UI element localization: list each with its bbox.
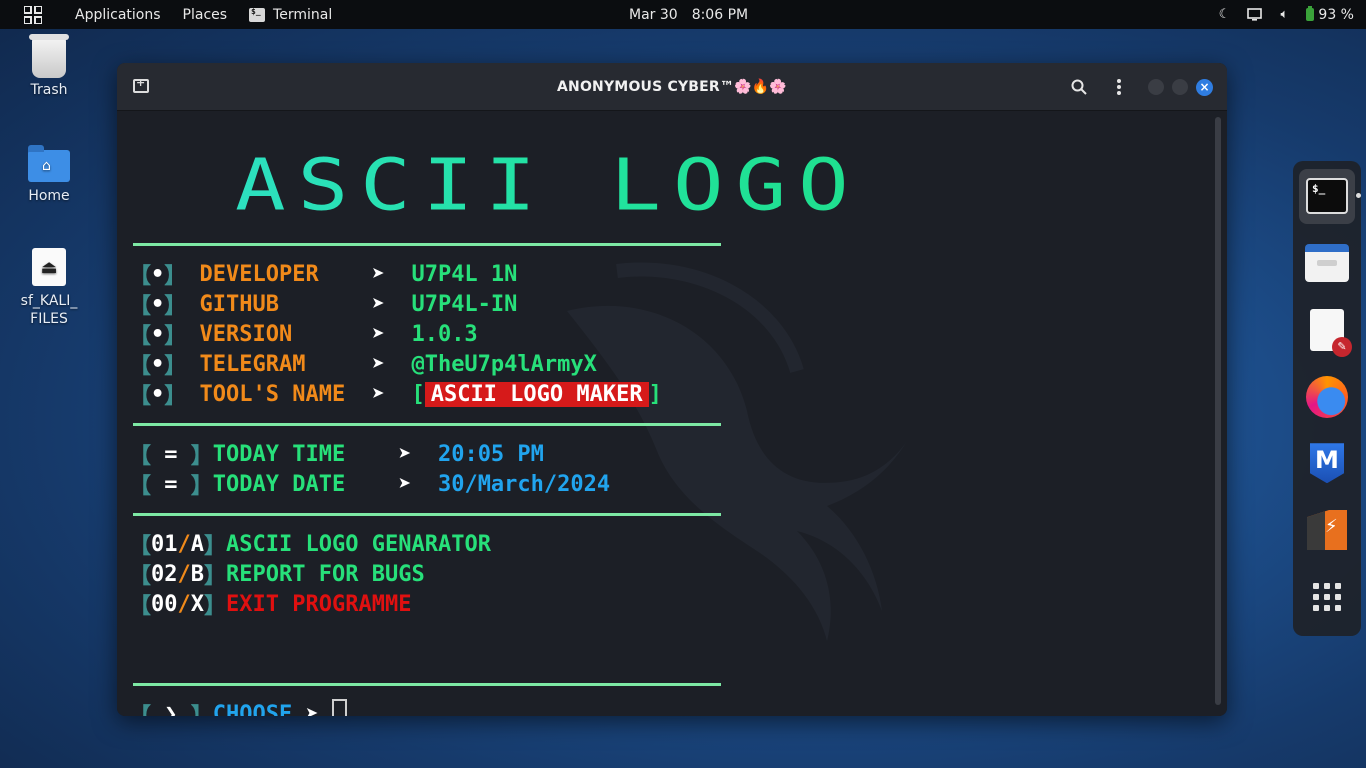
trash-label: Trash [30,82,68,98]
display-icon[interactable] [1246,7,1262,23]
show-applications-icon [1313,582,1341,611]
battery-icon [1306,6,1315,21]
terminal-titlebar[interactable]: ANONYMOUS CYBER™🌸🔥🌸 × [117,63,1227,111]
info-row-tool-name: 【•】 TOOL'S NAME ➤ [ASCII LOGO MAKER] [129,381,662,409]
running-indicator [1356,193,1361,198]
battery-indicator[interactable]: 93 % [1306,6,1354,23]
menu-option-report: 【02/B】 REPORT FOR BUGS [129,561,425,590]
terminal-window: ANONYMOUS CYBER™🌸🔥🌸 × ASCII LOGO 【•】 DEV… [117,63,1227,716]
prompt-label: CHOOSE [212,701,293,717]
dock-text-editor[interactable] [1299,302,1355,357]
dock: $_ M [1293,161,1361,636]
burp-suite-icon [1307,509,1347,550]
separator [133,423,721,426]
info-value: U7P4L 1N [411,261,518,287]
trash-icon [29,34,69,78]
terminal-app-menu[interactable]: Terminal [238,0,343,29]
minimize-button[interactable] [1148,79,1164,95]
app-grid-icon [24,5,42,24]
volume-icon[interactable]: 🔈︎ [1276,7,1292,23]
info-label: TOOL'S NAME [199,381,359,407]
separator [133,683,721,686]
info-row-telegram: 【•】 TELEGRAM ➤ @TheU7p4lArmyX [129,351,597,380]
eject-drive-icon: ⏏ [32,248,66,286]
terminal-icon: $_ [1306,178,1348,215]
new-tab-icon[interactable] [133,76,149,93]
menu-option-label: EXIT PROGRAMME [226,591,412,617]
today-date-row: 【 = 】 TODAY DATE ➤ 30/March/2024 [129,471,611,500]
night-mode-icon[interactable]: ☾ [1216,7,1232,23]
top-panel: Applications Places Terminal Mar 30 8:06… [0,0,1366,29]
info-value: 1.0.3 [411,321,478,347]
menu-option-exit: 【00/X】 EXIT PROGRAMME [129,591,412,620]
separator [133,243,721,246]
kali-dragon-watermark [567,262,907,641]
dock-show-applications[interactable] [1299,569,1355,624]
dock-terminal[interactable]: $_ [1299,169,1361,224]
separator [133,513,721,516]
info-label: VERSION [199,321,359,347]
applications-menu[interactable]: Applications [64,0,172,29]
places-menu[interactable]: Places [172,0,239,29]
dock-metasploit[interactable]: M [1299,436,1355,491]
info-row-version: 【•】 VERSION ➤ 1.0.3 [129,321,478,350]
date-value: 30/March/2024 [437,471,611,497]
tool-name-badge: ASCII LOGO MAKER [424,381,649,407]
desktop-home[interactable]: ⌂ Home [9,145,89,204]
dock-burp-suite[interactable] [1299,503,1355,558]
firefox-icon [1306,375,1348,418]
drive-label: sf_KALI_ FILES [20,293,78,327]
info-value: U7P4L-IN [411,291,518,317]
system-tray: ☾ 🔈︎ 93 % [1216,0,1354,29]
menu-option-generator: 【01/A】 ASCII LOGO GENARATOR [129,531,491,560]
time-value: 20:05 PM [437,441,544,467]
app-grid-button[interactable] [0,0,64,29]
metasploit-icon: M [1310,443,1344,484]
clock-time: 8:06 PM [691,6,749,23]
menu-option-label: REPORT FOR BUGS [226,561,425,587]
home-label: Home [28,188,70,204]
terminal-output[interactable]: ASCII LOGO 【•】 DEVELOPER ➤ U7P4L 1N 【•】 … [117,111,1227,716]
terminal-app-label: Terminal [273,6,333,23]
info-label: GITHUB [199,291,359,317]
info-row-github: 【•】 GITHUB ➤ U7P4L-IN [129,291,518,320]
text-editor-icon [1310,308,1352,357]
info-value: @TheU7p4lArmyX [411,351,597,377]
info-label: TELEGRAM [199,351,359,377]
info-label: DEVELOPER [199,261,359,287]
desktop-shared-drive[interactable]: ⏏ sf_KALI_ FILES [9,248,89,328]
window-title: ANONYMOUS CYBER™🌸🔥🌸 [557,78,787,95]
time-label: TODAY TIME [212,441,385,467]
dock-files[interactable] [1299,236,1355,291]
file-manager-icon [1305,244,1349,283]
terminal-icon [249,7,266,22]
terminal-scrollbar[interactable] [1215,117,1221,705]
menu-option-label: ASCII LOGO GENARATOR [226,531,491,557]
dock-firefox[interactable] [1299,369,1355,424]
text-cursor[interactable] [332,699,348,716]
today-time-row: 【 = 】 TODAY TIME ➤ 20:05 PM [129,441,544,470]
desktop-trash[interactable]: Trash [9,34,89,98]
maximize-button[interactable] [1172,79,1188,95]
clock-date: Mar 30 [629,6,678,23]
home-folder-icon: ⌂ [28,145,70,182]
clock[interactable]: Mar 30 8:06 PM [629,0,748,29]
close-button[interactable]: × [1196,78,1213,96]
info-row-developer: 【•】 DEVELOPER ➤ U7P4L 1N [129,261,518,290]
choose-prompt[interactable]: 【 ❯ 】CHOOSE ➤ [129,699,348,717]
kebab-menu-icon[interactable] [1108,76,1130,98]
battery-percent: 93 % [1318,6,1354,23]
search-icon[interactable] [1068,76,1090,98]
ascii-logo-banner: ASCII LOGO [235,143,861,227]
date-label: TODAY DATE [212,471,385,497]
